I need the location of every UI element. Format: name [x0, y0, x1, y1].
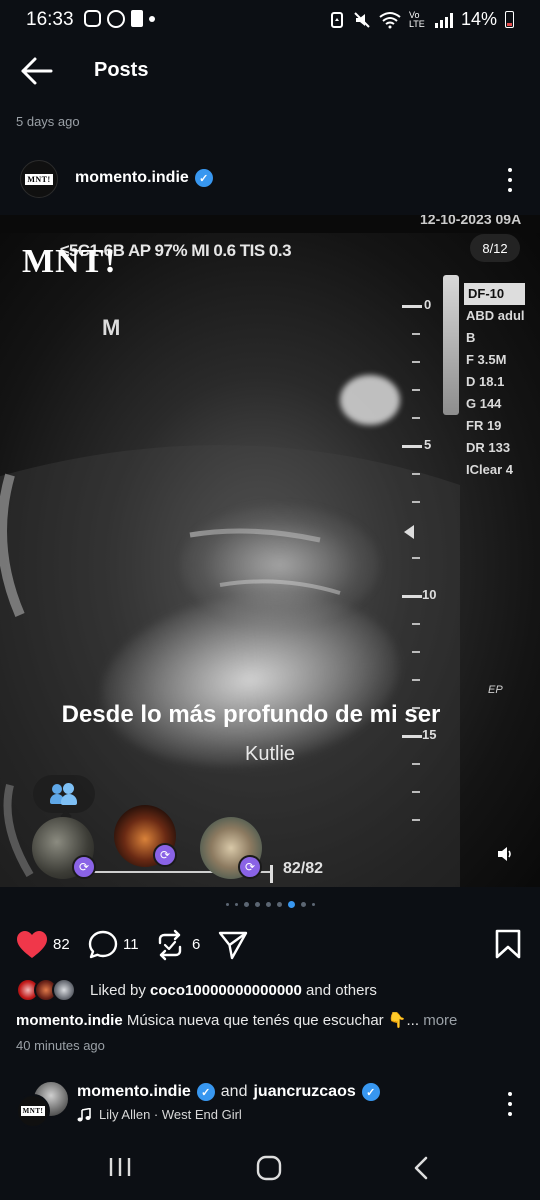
repost-badge-icon: ⟳ — [72, 855, 96, 879]
and-text: and — [220, 1083, 248, 1100]
battery-saver-icon — [330, 11, 343, 28]
avatar-logo: MNT! — [20, 1106, 46, 1116]
caption-text: Música nueva que tenés que escuchar 👇... — [126, 1012, 420, 1029]
next-post-authors[interactable]: momento.indie ✓ and juancruzcaos ✓ — [77, 1083, 380, 1101]
avatar-logo: MNT! — [25, 173, 53, 185]
liked-by-avatars[interactable] — [16, 978, 86, 1004]
carousel-counter-badge: 8/12 — [470, 234, 520, 262]
notification-icons — [84, 10, 155, 28]
ep-label: EP — [488, 684, 503, 696]
back-nav-icon[interactable] — [412, 1155, 430, 1181]
next-post-avatar[interactable]: MNT! — [16, 1094, 50, 1128]
system-icons: Vo LTE 14% — [329, 9, 514, 30]
post-username[interactable]: momento.indie — [75, 169, 189, 187]
wifi-icon — [379, 11, 401, 28]
music-attribution[interactable]: Lily Allen · West End Girl — [77, 1107, 242, 1122]
music-note-icon — [77, 1107, 91, 1121]
post-time: 40 minutes ago — [16, 1038, 105, 1053]
next-post-username[interactable]: momento.indie — [77, 1083, 191, 1101]
save-bookmark-icon[interactable] — [494, 928, 522, 960]
param-line: G 144 — [466, 396, 502, 411]
carousel-indicator — [0, 901, 540, 908]
music-text: Lily Allen · West End Girl — [99, 1107, 242, 1122]
post-options-icon[interactable] — [507, 168, 513, 192]
like-heart-icon[interactable] — [16, 930, 48, 960]
gain-bar — [443, 275, 459, 415]
post-avatar[interactable]: MNT! — [20, 160, 58, 198]
params-header: DF-10 — [464, 283, 525, 305]
liked-by-suffix: and others — [306, 982, 377, 999]
home-icon[interactable] — [256, 1155, 282, 1181]
verified-badge-icon: ✓ — [194, 169, 213, 187]
scale-tick — [270, 865, 273, 883]
recent-apps-icon[interactable] — [108, 1156, 132, 1178]
frame-counter: 82/82 — [283, 860, 324, 877]
more-notifications-icon — [149, 16, 155, 22]
ultrasound-echo — [340, 375, 400, 425]
param-line: F 3.5M — [466, 352, 507, 367]
param-line: IClear 4 — [466, 462, 513, 477]
battery-icon — [505, 11, 514, 28]
mode-label: M — [102, 315, 121, 340]
post-media[interactable]: 12-10-2023 09A ≤5C1-6B AP 97% MI 0.6 TIS… — [0, 215, 540, 887]
system-nav-bar — [0, 1130, 540, 1200]
like-count[interactable]: 82 — [53, 936, 70, 953]
post-author[interactable]: momento.indie ✓ — [75, 169, 213, 187]
comment-count[interactable]: 11 — [123, 936, 139, 953]
battery-percent: 14% — [460, 9, 497, 29]
comment-icon[interactable] — [88, 930, 118, 960]
artist-text: Kutlie — [244, 743, 296, 765]
song-title: Desde lo más profundo de mi ser — [0, 701, 540, 729]
param-line: D 18.1 — [466, 374, 505, 389]
people-icon — [50, 783, 78, 805]
verified-badge-icon: ✓ — [361, 1083, 380, 1101]
caption-more-link[interactable]: more — [423, 1012, 457, 1029]
volte-label: Vo LTE — [408, 9, 425, 29]
instagram-icon — [84, 10, 101, 27]
depth-scale: 0 5 10 15 — [400, 297, 445, 865]
repost-badge-icon: ⟳ — [153, 843, 177, 867]
param-line: B — [466, 330, 476, 345]
song-title-text: Desde lo más profundo de mi ser — [61, 701, 441, 728]
whatsapp-icon — [107, 10, 125, 28]
param-line: FR 19 — [466, 418, 502, 433]
volume-icon[interactable] — [496, 845, 514, 863]
back-arrow-icon[interactable] — [20, 56, 54, 86]
repost-icon[interactable] — [155, 929, 185, 961]
mute-icon — [354, 11, 370, 28]
scale-mark: 5 — [424, 437, 432, 452]
liked-by-text[interactable]: Liked by coco10000000000000 and others — [90, 982, 377, 999]
caption-username[interactable]: momento.indie — [16, 1012, 123, 1029]
scale-mark: 10 — [422, 587, 437, 602]
repost-badge-icon: ⟳ — [238, 855, 262, 879]
status-time: 16:33 — [26, 9, 74, 30]
liker-avatar — [52, 978, 76, 1002]
next-post-options-icon[interactable] — [507, 1092, 513, 1116]
param-line: ABD adul — [466, 308, 525, 323]
share-icon[interactable] — [217, 929, 249, 961]
liked-by-prefix: Liked by — [90, 982, 146, 999]
collab-username[interactable]: juancruzcaos — [253, 1083, 355, 1101]
param-line: DR 133 — [466, 440, 511, 455]
post-caption[interactable]: momento.indie Música nueva que tenés que… — [16, 1011, 457, 1029]
mnt-logo: MNT! — [22, 243, 117, 280]
ultrasound-date: 12-10-2023 09A — [420, 215, 522, 227]
signal-icon — [434, 12, 453, 28]
ultrasound-params: DF-10 ABD adul B F 3.5M D 18.1 G 144 FR … — [464, 283, 525, 481]
scale-mark: 15 — [422, 727, 437, 742]
scale-mark: 0 — [424, 297, 432, 312]
collaborators-tooltip[interactable] — [33, 775, 95, 813]
posted-ago: 5 days ago — [16, 114, 80, 129]
status-bar: 16:33 Vo LTE 14% — [0, 0, 540, 40]
page-title: Posts — [94, 59, 149, 81]
repost-count[interactable]: 6 — [192, 936, 200, 953]
verified-badge-icon: ✓ — [196, 1083, 215, 1101]
liked-by-user[interactable]: coco10000000000000 — [150, 982, 302, 999]
alert-icon — [131, 10, 143, 27]
artist-name: Kutlie — [0, 743, 540, 766]
